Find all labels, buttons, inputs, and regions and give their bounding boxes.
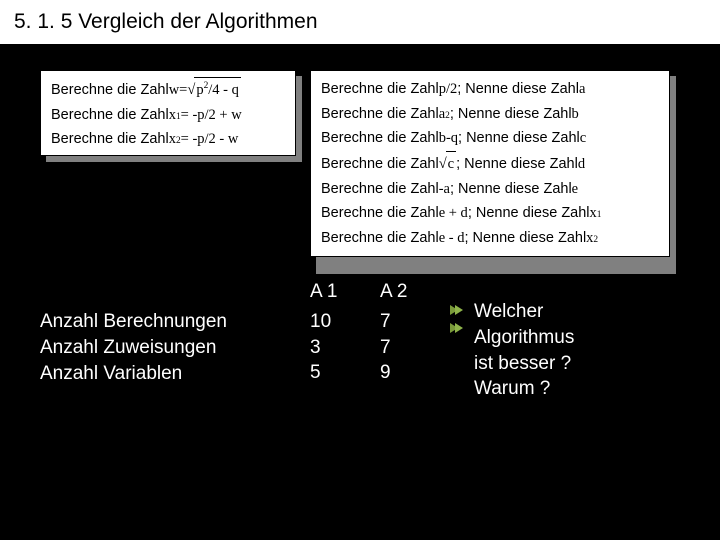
- q-line3: ist besser ?: [474, 351, 574, 377]
- algorithm-1-box: Berechne die Zahl w = p2/4 - q Berechne …: [40, 70, 296, 156]
- label-variables: Anzahl Variablen: [40, 361, 310, 387]
- title-bar: 5. 1. 5 Vergleich der Algorithmen: [0, 0, 720, 44]
- a2-line4: Berechne die Zahl c ; Nenne diese Zahl d: [321, 151, 659, 177]
- slide-title: 5. 1. 5 Vergleich der Algorithmen: [14, 10, 318, 34]
- a1-line2: Berechne die Zahl x1 = -p/2 + w: [51, 103, 285, 128]
- a2-line3: Berechne die Zahl b-q; Nenne diese Zahl …: [321, 126, 659, 151]
- arrow-icon: [450, 303, 464, 317]
- comparison-section: Anzahl Berechnungen Anzahl Zuweisungen A…: [0, 257, 720, 402]
- a2-variables: 9: [380, 360, 450, 386]
- a1-line1: Berechne die Zahl w = p2/4 - q: [51, 77, 285, 103]
- a1-assignments: 3: [310, 335, 380, 361]
- algorithm-2-box: Berechne die Zahl p/2; Nenne diese Zahl …: [310, 70, 670, 257]
- q-line1: Welcher: [474, 299, 574, 325]
- main-content: Berechne die Zahl w = p2/4 - q Berechne …: [0, 44, 720, 257]
- a1-line3: Berechne die Zahl x2 = -p/2 - w: [51, 127, 285, 152]
- label-assignments: Anzahl Zuweisungen: [40, 335, 310, 361]
- column-a1: A 1 10 3 5: [310, 279, 380, 386]
- column-a2: A 2 7 7 9: [380, 279, 450, 386]
- question-block: Welcher Algorithmus ist besser ? Warum ?: [450, 279, 574, 402]
- a2-line2: Berechne die Zahl a2; Nenne diese Zahl b: [321, 102, 659, 127]
- question-text: Welcher Algorithmus ist besser ? Warum ?: [474, 299, 574, 402]
- a1-variables: 5: [310, 360, 380, 386]
- label-computations: Anzahl Berechnungen: [40, 309, 310, 335]
- algorithm-boxes: Berechne die Zahl w = p2/4 - q Berechne …: [40, 70, 680, 257]
- q-line2: Algorithmus: [474, 325, 574, 351]
- bullet-arrows: [450, 303, 464, 335]
- q-line4: Warum ?: [474, 376, 574, 402]
- a2-assignments: 7: [380, 335, 450, 361]
- a2-header: A 2: [380, 279, 450, 305]
- a2-computations: 7: [380, 309, 450, 335]
- metric-labels: Anzahl Berechnungen Anzahl Zuweisungen A…: [40, 279, 310, 386]
- arrow-icon: [450, 321, 464, 335]
- a1-header: A 1: [310, 279, 380, 305]
- a1-computations: 10: [310, 309, 380, 335]
- a2-line6: Berechne die Zahl e + d; Nenne diese Zah…: [321, 201, 659, 226]
- a2-line7: Berechne die Zahl e - d; Nenne diese Zah…: [321, 226, 659, 251]
- a2-line5: Berechne die Zahl -a; Nenne diese Zahl e: [321, 177, 659, 202]
- a2-line1: Berechne die Zahl p/2; Nenne diese Zahl …: [321, 77, 659, 102]
